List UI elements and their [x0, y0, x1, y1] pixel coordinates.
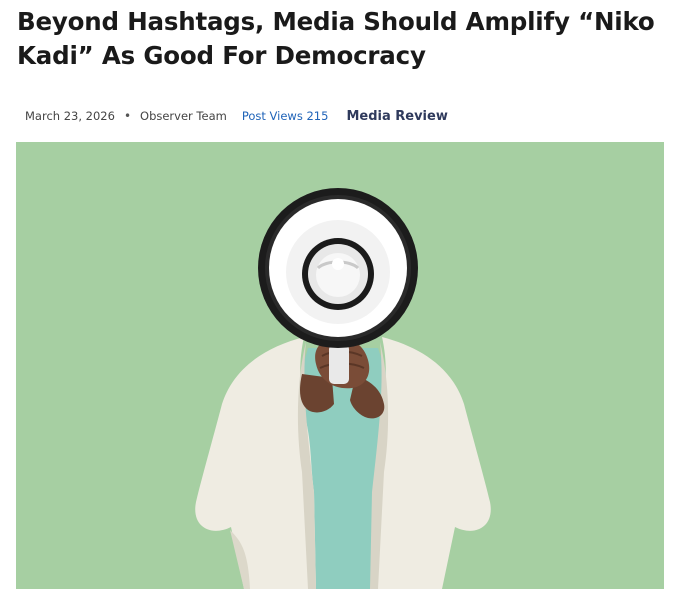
meta-separator: •: [123, 109, 132, 123]
post-views-count: 215: [306, 109, 329, 123]
article-meta: March 23, 2026 • Observer Team Post View…: [25, 106, 448, 126]
article-page: Beyond Hashtags, Media Should Amplify “N…: [0, 0, 684, 600]
post-views-label: Post Views: [241, 109, 303, 123]
post-views: Post Views 215: [242, 109, 329, 123]
publish-date: March 23, 2026: [25, 109, 115, 123]
megaphone-person-illustration: [16, 142, 664, 589]
category-link[interactable]: Media Review: [346, 109, 447, 124]
author-link[interactable]: Observer Team: [140, 109, 227, 123]
featured-image: [16, 142, 664, 589]
article-title: Beyond Hashtags, Media Should Amplify “N…: [17, 7, 655, 70]
